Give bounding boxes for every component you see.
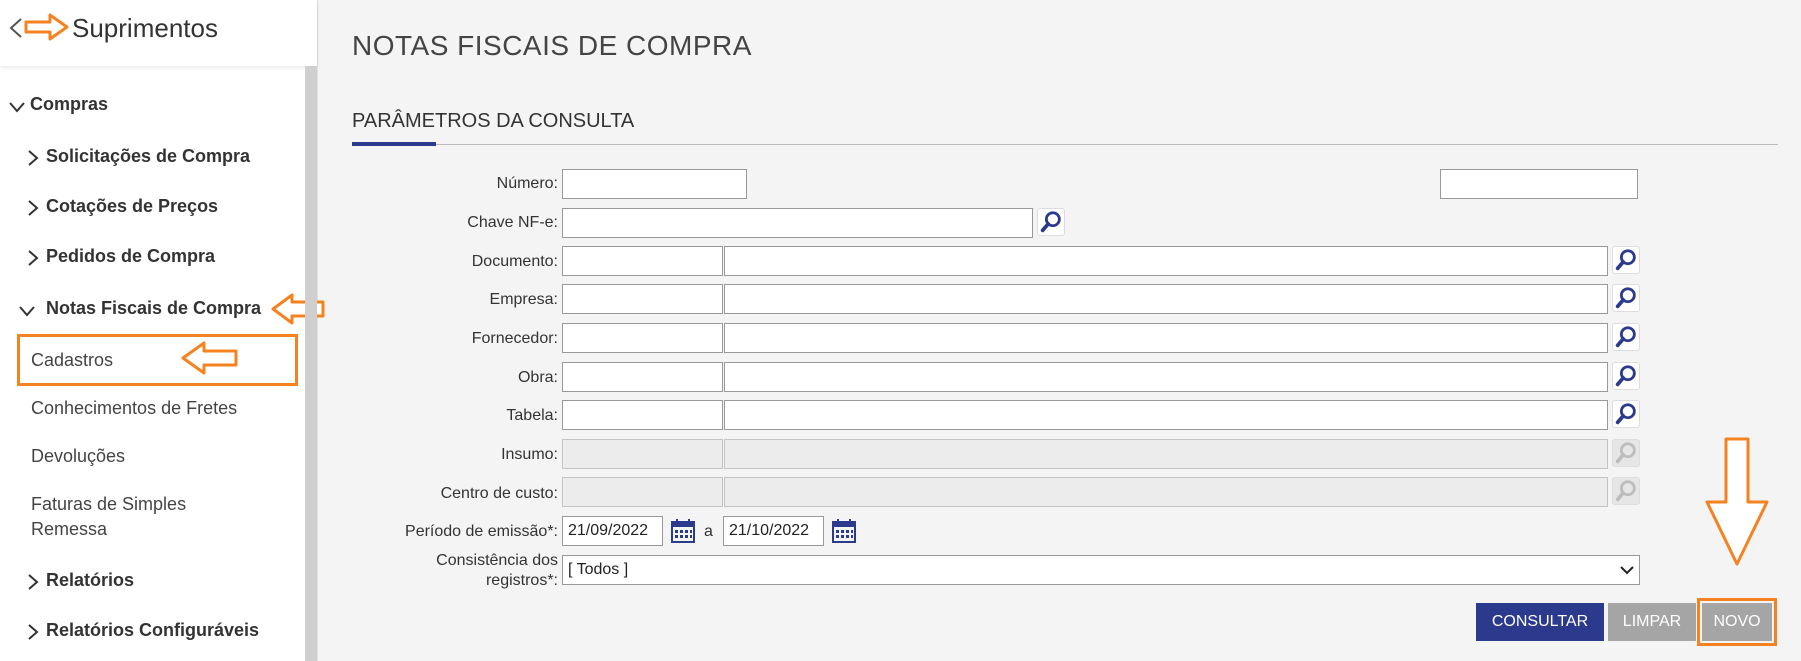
- page-title: NOTAS FISCAIS DE COMPRA: [352, 30, 752, 61]
- chave-input[interactable]: [562, 208, 1033, 238]
- obra-desc-input[interactable]: [724, 362, 1608, 392]
- centro-custo-code-input: [562, 477, 723, 507]
- tabela-desc-input[interactable]: [724, 400, 1608, 430]
- sidebar-subitem-label: Faturas de Simples: [31, 494, 187, 514]
- section-title: PARÂMETROS DA CONSULTA: [352, 110, 635, 132]
- insumo-code-input: [562, 439, 723, 469]
- sidebar-item-label: Relatórios Configuráveis: [46, 620, 260, 640]
- serie-input[interactable]: [1440, 169, 1638, 199]
- arrow-annotation-icon: [24, 13, 69, 41]
- sidebar-title: Suprimentos: [72, 13, 218, 43]
- fornecedor-label: Fornecedor:: [471, 330, 558, 347]
- tabela-code-input[interactable]: [562, 400, 723, 430]
- sidebar-header: Suprimentos: [0, 0, 317, 66]
- search-icon: [1612, 439, 1640, 467]
- insumo-desc-input: [724, 439, 1608, 469]
- sidebar-item-label: Solicitações de Compra: [46, 146, 251, 166]
- search-icon[interactable]: [1612, 323, 1640, 351]
- empresa-code-input[interactable]: [562, 284, 723, 314]
- documento-desc-input[interactable]: [724, 246, 1608, 276]
- chevron-right-icon: [28, 574, 39, 590]
- sidebar-subitem-conhecimentos[interactable]: Conhecimentos de Fretes: [31, 398, 237, 419]
- sidebar-item-label: Notas Fiscais de Compra: [46, 298, 262, 318]
- documento-code-input[interactable]: [562, 246, 723, 276]
- chevron-right-icon: [28, 150, 39, 166]
- insumo-label: Insumo:: [501, 446, 558, 463]
- sidebar-subitem-label: Devoluções: [31, 446, 126, 466]
- numero-input[interactable]: [562, 169, 747, 199]
- search-icon[interactable]: [1612, 246, 1640, 274]
- sidebar-subitem-label-line2: Remessa: [31, 519, 108, 539]
- chevron-right-icon: [28, 624, 39, 640]
- documento-label: Documento:: [471, 253, 558, 270]
- section-accent: [352, 142, 436, 146]
- main-content: NOTAS FISCAIS DE COMPRA PARÂMETROS DA CO…: [318, 0, 1801, 661]
- search-icon[interactable]: [1612, 362, 1640, 390]
- sidebar-group-label: Compras: [30, 94, 109, 114]
- limpar-button[interactable]: LIMPAR: [1608, 603, 1696, 641]
- sidebar-item-label: Pedidos de Compra: [46, 246, 216, 266]
- periodo-end-input[interactable]: [723, 516, 824, 546]
- sidebar-subitem-devolucoes[interactable]: Devoluções: [31, 446, 125, 467]
- sidebar-item-label: Relatórios: [46, 570, 135, 590]
- chevron-down-icon: [19, 306, 35, 317]
- chevron-right-icon: [28, 250, 39, 266]
- empresa-label: Empresa:: [489, 291, 558, 308]
- sidebar-item-label: Cotações de Preços: [46, 196, 219, 216]
- consistencia-selected-value: [ Todos ]: [568, 561, 629, 578]
- consistencia-label-line1: Consistência dos: [436, 552, 558, 569]
- chevron-down-icon: [1620, 566, 1634, 575]
- novo-button[interactable]: NOVO: [1702, 603, 1772, 641]
- consultar-button[interactable]: CONSULTAR: [1476, 603, 1604, 641]
- sidebar-subitem-cadastros[interactable]: Cadastros: [31, 350, 113, 371]
- centro-custo-desc-input: [724, 477, 1608, 507]
- sidebar-subitem-label: Conhecimentos de Fretes: [31, 398, 238, 418]
- search-icon: [1612, 477, 1640, 505]
- consistencia-label-line2: registros*:: [485, 572, 558, 589]
- periodo-label: Período de emissão*:: [405, 523, 558, 540]
- chevron-left-icon[interactable]: [6, 16, 26, 40]
- fornecedor-code-input[interactable]: [562, 323, 723, 353]
- centro-custo-label: Centro de custo:: [440, 485, 558, 502]
- consistencia-select[interactable]: [ Todos ]: [562, 555, 1640, 585]
- obra-code-input[interactable]: [562, 362, 723, 392]
- search-icon[interactable]: [1612, 284, 1640, 312]
- chave-label: Chave NF-e:: [467, 214, 558, 231]
- calendar-icon[interactable]: [670, 518, 696, 544]
- sidebar-subitem-faturas[interactable]: Faturas de Simples Remessa: [31, 494, 186, 540]
- sidebar-subitem-label: Cadastros: [31, 350, 114, 370]
- consistencia-label: Consistência dos registros*:: [358, 551, 558, 591]
- arrow-annotation-icon: [181, 341, 238, 375]
- arrow-annotation-icon: [1705, 437, 1769, 566]
- calendar-icon[interactable]: [831, 518, 857, 544]
- section-divider: [352, 144, 1778, 145]
- periodo-start-input[interactable]: [562, 516, 663, 546]
- search-icon[interactable]: [1612, 400, 1640, 428]
- chevron-down-icon: [9, 102, 25, 113]
- sidebar: Suprimentos Compras Solicitações de Comp…: [0, 0, 325, 661]
- numero-label: Número:: [496, 175, 558, 192]
- fornecedor-desc-input[interactable]: [724, 323, 1608, 353]
- tabela-label: Tabela:: [506, 407, 558, 424]
- obra-label: Obra:: [517, 369, 558, 386]
- chevron-right-icon: [28, 200, 39, 216]
- sidebar-scrollbar[interactable]: [305, 66, 317, 661]
- search-icon[interactable]: [1037, 208, 1065, 236]
- periodo-separator: a: [704, 523, 713, 540]
- empresa-desc-input[interactable]: [724, 284, 1608, 314]
